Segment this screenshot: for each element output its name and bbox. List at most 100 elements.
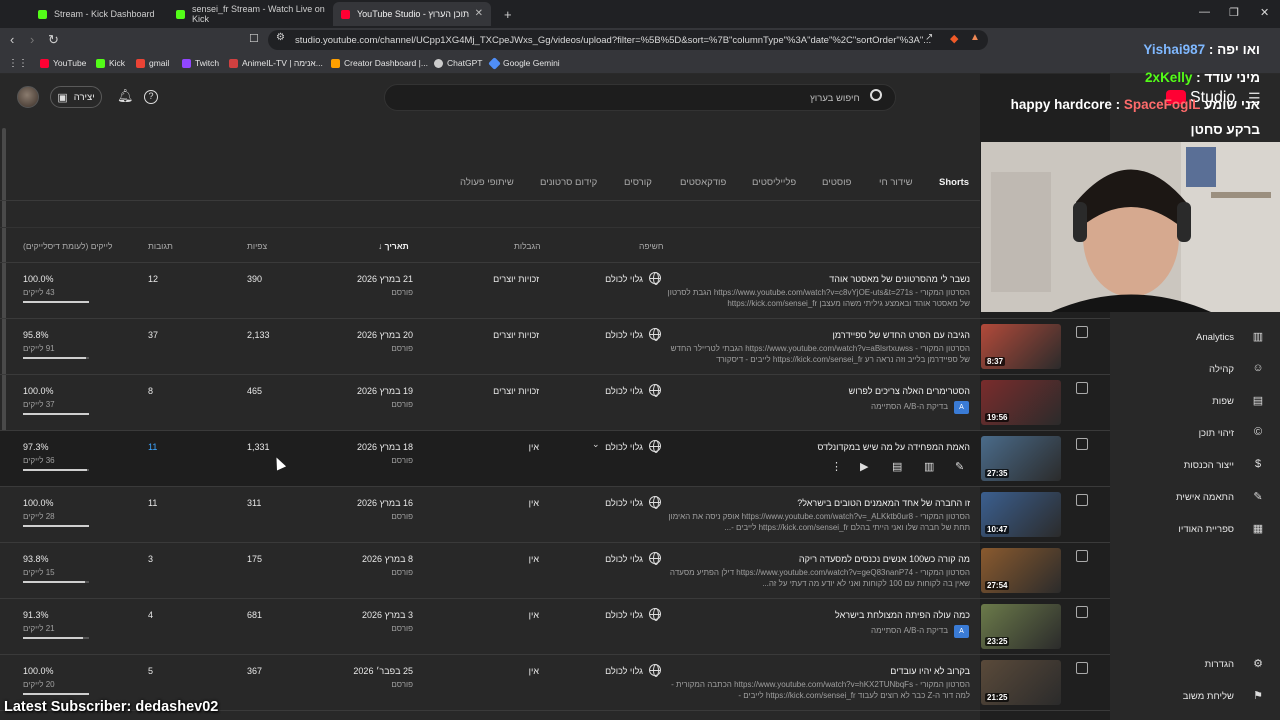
column-comments[interactable]: תגובות	[148, 241, 173, 251]
video-title[interactable]: נשבר לי מהסרטונים של מאסטר אוהד	[660, 274, 970, 284]
column-date[interactable]: ↓ תאריך	[378, 241, 409, 251]
video-thumbnail[interactable]: 23:25	[981, 604, 1061, 649]
sidebar-item-customization[interactable]: התאמה אישית ✎	[1110, 488, 1280, 508]
brave-shield-icon[interactable]: ◆	[950, 32, 958, 45]
video-thumbnail[interactable]: 8:37	[981, 324, 1061, 369]
sidebar-item-subtitles[interactable]: שפות ▤	[1110, 392, 1280, 412]
comments-count[interactable]: 11	[148, 442, 157, 452]
close-tab-icon[interactable]: ✕	[475, 8, 483, 19]
table-row[interactable]: 100.0% 37 לייקים 8 465 19 במרץ 2026 פורסם זכוי…	[0, 375, 1110, 431]
brave-rewards-icon[interactable]: ▲	[970, 32, 980, 43]
bookmark-chatgpt[interactable]: ChatGPT	[434, 58, 482, 68]
more-options-icon[interactable]: ⋮	[831, 460, 842, 473]
site-info-icon[interactable]: ⚙	[276, 32, 285, 43]
visibility-value[interactable]: גלוי לכולם	[560, 330, 643, 340]
video-thumbnail[interactable]: 27:54	[981, 548, 1061, 593]
row-checkbox[interactable]	[1076, 662, 1088, 674]
sidebar-item-copyright[interactable]: זיהוי תוכן ©	[1110, 424, 1280, 444]
notifications-bell-icon[interactable]: 🔔︎	[117, 88, 134, 104]
sidebar-item-community[interactable]: קהילה ☺	[1110, 360, 1280, 380]
chevron-down-icon[interactable]: ⌄	[592, 439, 600, 450]
bookmark-gmail[interactable]: gmail	[136, 58, 169, 68]
table-row[interactable]: 95.8% 91 לייקים 37 2,133 20 במרץ 2026 פורסם זכ…	[0, 319, 1110, 375]
bookmark-youtube[interactable]: YouTube	[40, 58, 86, 68]
tab-posts[interactable]: פוסטים	[822, 177, 851, 188]
table-row[interactable]: 100.0% 28 לייקים 11 311 16 במרץ 2026 פורסם אין…	[0, 487, 1110, 543]
youtube-icon[interactable]: ▶	[860, 460, 868, 473]
analytics-icon[interactable]: ▥	[924, 460, 934, 473]
url-text[interactable]: studio.youtube.com/channel/UCpp1XG4Mj_TX…	[295, 35, 931, 46]
bookmark-kick[interactable]: Kick	[96, 58, 125, 68]
row-checkbox[interactable]	[1076, 382, 1088, 394]
bookmark-gemini[interactable]: Google Gemini	[488, 56, 560, 70]
tab-promotions[interactable]: קידום סרטונים	[540, 177, 597, 188]
sidebar-item-monetization[interactable]: ייצור הכנסות $	[1110, 456, 1280, 476]
tab-collaborations[interactable]: שיתופי פעולה	[460, 177, 514, 188]
search-icon[interactable]	[870, 89, 882, 101]
close-window-icon[interactable]: ✕	[1260, 6, 1269, 19]
video-title[interactable]: כמה עולה הפיתה המצולחת בישראל	[660, 610, 970, 620]
sidebar-item-feedback[interactable]: שליחת משוב ⚑	[1110, 687, 1280, 707]
video-thumbnail[interactable]: 21:25	[981, 660, 1061, 705]
row-checkbox[interactable]	[1076, 550, 1088, 562]
sidebar-item-analytics[interactable]: Analytics ▥	[1110, 328, 1280, 348]
visibility-value[interactable]: גלוי לכולם	[560, 610, 643, 620]
visibility-value[interactable]: גלוי לכולם	[560, 386, 643, 396]
visibility-value[interactable]: גלוי לכולם	[560, 498, 643, 508]
back-icon[interactable]: ‹	[10, 32, 14, 47]
share-icon[interactable]: ↗	[925, 32, 933, 43]
browser-tab-kick-stream[interactable]: sensei_fr Stream - Watch Live on Kick	[168, 2, 330, 26]
create-button[interactable]: ▣ יצירה	[50, 86, 102, 108]
row-checkbox[interactable]	[1076, 494, 1088, 506]
reload-icon[interactable]: ↻	[48, 32, 59, 48]
column-views[interactable]: צפיות	[247, 241, 267, 251]
row-checkbox[interactable]	[1076, 438, 1088, 450]
browser-tab-youtube-studio[interactable]: YouTube Studio - תוכן הערוץ ✕	[333, 2, 491, 26]
visibility-value[interactable]: גלוי לכולם	[560, 554, 643, 564]
comments-icon[interactable]: ▤	[892, 460, 902, 473]
row-checkbox[interactable]	[1076, 326, 1088, 338]
video-title[interactable]: הגיבה עם הסרט החדש של ספיידרמן	[660, 330, 970, 340]
tab-playlists[interactable]: פלייליסטים	[752, 177, 796, 188]
tab-podcasts[interactable]: פודקאסטים	[680, 177, 726, 188]
video-title[interactable]: זו החברה של אחד המאמנים הטובים בישראל?	[660, 498, 970, 508]
tab-shorts[interactable]: Shorts	[939, 177, 969, 188]
restrictions-value[interactable]: זכויות יוצרים	[440, 386, 539, 396]
tab-live[interactable]: שידור חי	[879, 177, 913, 188]
forward-icon[interactable]: ›	[30, 32, 34, 47]
video-title[interactable]: הסטרימרים האלה צריכים לפרוש	[660, 386, 970, 396]
visibility-value[interactable]: גלוי לכולם	[560, 666, 643, 676]
browser-tab-kick-dashboard[interactable]: Stream - Kick Dashboard	[30, 2, 164, 26]
bookmark-twitch[interactable]: Twitch	[182, 58, 219, 68]
restrictions-value[interactable]: זכויות יוצרים	[440, 330, 539, 340]
video-title[interactable]: מה קורה כש100 אנשים נכנסים למסעדה ריקה	[660, 554, 970, 564]
video-title[interactable]: האמת המפחידה על מה שיש במקדונלדס	[660, 442, 970, 452]
help-icon[interactable]: ?	[144, 90, 158, 104]
bookmark-animeil[interactable]: AnimeIL-TV | אנימה...	[229, 58, 323, 68]
bookmark-icon[interactable]: ☐	[249, 32, 259, 45]
edit-icon[interactable]: ✎	[955, 460, 964, 473]
tab-courses[interactable]: קורסים	[624, 177, 652, 188]
table-row[interactable]: 100.0% 43 לייקים 12 390 21 במרץ 2026 פורסם זכו…	[0, 263, 1110, 319]
channel-avatar[interactable]	[17, 86, 39, 108]
visibility-value[interactable]: גלוי לכולם	[560, 442, 643, 452]
restrictions-value[interactable]: זכויות יוצרים	[440, 274, 539, 284]
restore-icon[interactable]: ❐	[1229, 6, 1239, 19]
new-tab-button[interactable]: +	[496, 2, 516, 26]
video-thumbnail[interactable]: 19:56	[981, 380, 1061, 425]
table-row[interactable]: 93.8% 15 לייקים 3 175 8 במרץ 2026 פורסם אין גלו…	[0, 543, 1110, 599]
visibility-value[interactable]: גלוי לכולם	[560, 274, 643, 284]
row-checkbox[interactable]	[1076, 606, 1088, 618]
minimize-icon[interactable]: —	[1199, 6, 1210, 18]
column-likes[interactable]: לייקים (לעומת דיסלייקים)	[23, 241, 112, 251]
video-thumbnail[interactable]: 10:47	[981, 492, 1061, 537]
sidebar-item-audio-library[interactable]: ספריית האודיו ▦	[1110, 520, 1280, 540]
column-restrictions[interactable]: הגבלות	[514, 241, 540, 251]
apps-icon[interactable]: ⋮⋮	[8, 58, 28, 69]
sidebar-item-settings[interactable]: הגדרות ⚙	[1110, 655, 1280, 675]
table-row[interactable]: 91.3% 21 לייקים 4 681 3 במרץ 2026 פורסם אין גלו…	[0, 599, 1110, 655]
column-visibility[interactable]: חשיפה	[639, 241, 663, 251]
video-thumbnail[interactable]: 27:35	[981, 436, 1061, 481]
video-title[interactable]: בקרוב לא יהיו עובדים	[660, 666, 970, 676]
bookmark-creator-dashboard[interactable]: Creator Dashboard |...	[331, 58, 428, 68]
